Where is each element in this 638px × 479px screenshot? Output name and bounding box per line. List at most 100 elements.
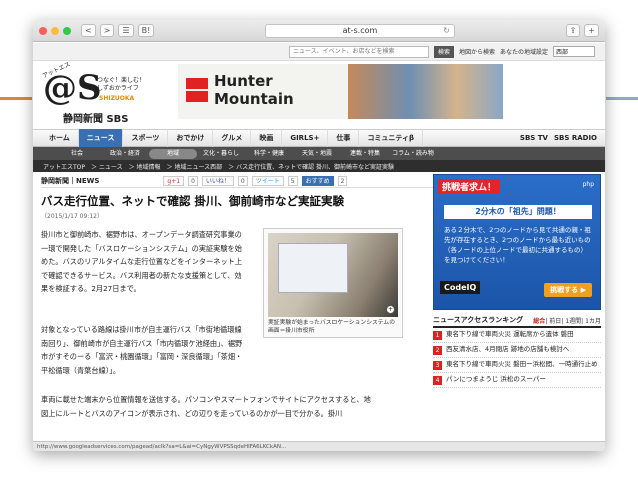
nav-item-community[interactable]: コミュニティβ — [359, 129, 424, 147]
subnav-item-series[interactable]: 連載・特集 — [341, 149, 389, 159]
logo-tagline-2: しずおかライフ — [97, 85, 139, 92]
ad-challenge-button[interactable]: 挑戦する ▶ — [544, 283, 592, 297]
subnav-item-society[interactable]: 社会 — [53, 149, 101, 159]
ad-banner[interactable]: Hunter Mountain — [178, 64, 503, 119]
subnav-item-column[interactable]: コラム・読み物 — [389, 149, 437, 159]
photo-caption: 実証実験が始まったバスロケーションシステムの画面＝掛川市役所 — [268, 320, 396, 334]
article-photo[interactable]: + — [268, 233, 398, 317]
minimize-window-icon[interactable] — [51, 26, 59, 35]
url-text: at-s.com — [342, 25, 378, 35]
map-search-link[interactable]: 地図から検索 — [459, 47, 495, 56]
article-paragraph-2: 対象となっている路線は掛川市が自主運行バス「市街地循環線南回り」、御前崎市が自主… — [41, 325, 243, 375]
close-window-icon[interactable] — [39, 26, 47, 35]
rank-text[interactable]: 西友清水店、4月閉店 跡地の店舗も検討へ — [446, 345, 569, 355]
zoom-window-icon[interactable] — [63, 26, 71, 35]
banner-line-2: Mountain — [214, 90, 294, 108]
browser-toolbar: < > ☰ B! at-s.com ↻ ⇪ + — [33, 20, 605, 42]
facebook-like-button[interactable]: いいね！ — [201, 175, 234, 186]
ranking-tab-week[interactable]: 1週間 — [565, 318, 581, 325]
banner-photo — [348, 64, 503, 119]
address-bar[interactable]: at-s.com ↻ — [264, 23, 455, 38]
recommend-count: 2 — [337, 175, 348, 186]
ranking-tab-all[interactable]: 総合 — [533, 318, 545, 325]
breadcrumb-item: ＞ バス走行位置、ネットで確認 掛川、御前崎市など実証実験 — [228, 163, 394, 171]
top-utility-bar: 検索 地図から検索 あなたの地域設定 西部 — [33, 43, 605, 61]
banner-line-1: Hunter — [214, 72, 273, 90]
subnav-item-region[interactable]: 地域 — [149, 148, 197, 159]
ranking-tab-month[interactable]: 1カ月 — [585, 318, 601, 325]
breadcrumb-item[interactable]: アットエスTOP — [43, 162, 85, 171]
subnav-item-weather[interactable]: 天気・地震 — [293, 149, 341, 159]
share-icon[interactable]: ⇪ — [565, 24, 581, 37]
article-body: 掛川市と御前崎市、裾野市は、オープンデータ調査研究事業の一環で開発した「バスロケ… — [41, 228, 433, 428]
nav-item-outing[interactable]: おでかけ — [168, 129, 214, 147]
breadcrumb-item[interactable]: ＞ 地域ニュース西部 — [167, 162, 223, 171]
nav-item-home[interactable]: ホーム — [41, 129, 79, 147]
article-source: 静岡新聞｜NEWS — [41, 176, 100, 185]
subnav-item-science[interactable]: 科学・健康 — [245, 149, 293, 159]
main-nav: ホーム ニュース スポーツ おでかけ グルメ 映画 GIRLS+ 仕事 コミュニ… — [33, 129, 605, 147]
subnav-item-politics[interactable]: 政治・経済 — [101, 149, 149, 159]
article-headline: バス走行位置、ネットで確認 掛川、御前崎市など実証実験 — [41, 194, 345, 208]
article-date: （2015/1/17 09:12） — [41, 213, 103, 220]
region-label: あなたの地域設定 — [499, 49, 548, 56]
rank-number: 1 — [433, 331, 442, 340]
nav-item-movie[interactable]: 映画 — [251, 129, 283, 147]
zoom-icon[interactable]: + — [386, 305, 395, 314]
region-select[interactable]: 西部 — [553, 46, 595, 57]
recommend-button[interactable]: おすすめ — [301, 175, 334, 186]
logo-tagline-1: つなぐ！楽しむ！ — [97, 77, 146, 84]
subnav-item-culture[interactable]: 文化・暮らし — [197, 149, 245, 159]
back-button[interactable]: < — [81, 24, 96, 37]
reload-icon[interactable]: ↻ — [443, 25, 450, 37]
nav-item-gourmet[interactable]: グルメ — [213, 129, 252, 147]
gplus-button[interactable]: g+1 — [163, 175, 185, 186]
forward-button[interactable]: > — [99, 24, 115, 37]
ranking-title: ニュースアクセスランキング — [433, 316, 524, 324]
php-badge-icon: php — [582, 181, 594, 188]
site-search-button[interactable]: 検索 — [433, 45, 454, 58]
nav-item-girls[interactable]: GIRLS+ — [282, 129, 329, 147]
breadcrumb-item[interactable]: ＞ ニュース — [91, 162, 123, 171]
site-logo[interactable]: アットエス @S つなぐ！楽しむ！ しずおかライフ SHIZUOKA 静岡新聞 … — [41, 61, 151, 125]
ranking-tabs: 総合| 前日| 1週間| 1カ月 — [533, 317, 601, 325]
tweet-count: 5 — [287, 175, 298, 186]
article-photo-box[interactable]: + 実証実験が始まったバスロケーションシステムの画面＝掛川市役所 — [263, 228, 403, 338]
nav-item-news[interactable]: ニュース — [78, 129, 124, 147]
web-page: 検索 地図から検索 あなたの地域設定 西部 アットエス @S つなぐ！楽しむ！ … — [33, 43, 605, 441]
ranking-item[interactable]: 3 東名下り線で車両火災 磐田ー浜松間、一時通行止め — [433, 358, 601, 373]
rank-text[interactable]: 東名下り線で車両火災 運転席から遺体 磐田 — [446, 330, 574, 340]
sbs-radio-link[interactable]: SBS RADIO — [554, 134, 597, 142]
sidebar: 挑戦者求ム！ php 2分木の「祖先」問題！ ある２分木で、2つのノードから見て… — [433, 174, 601, 388]
banner-text: Hunter Mountain — [214, 72, 294, 108]
new-tab-icon[interactable]: + — [584, 24, 599, 37]
nav-item-sports[interactable]: スポーツ — [123, 129, 169, 147]
ranking-item[interactable]: 2 西友清水店、4月閉店 跡地の店舗も検討へ — [433, 343, 601, 358]
logo-brand: 静岡新聞 SBS — [63, 114, 129, 125]
news-ranking: ニュースアクセスランキング 総合| 前日| 1週間| 1カ月 1 東名下り線で車両火災… — [433, 314, 601, 388]
logo-shizuoka: SHIZUOKA — [99, 95, 135, 102]
rank-number: 3 — [433, 361, 442, 370]
ranking-tab-day[interactable]: 前日 — [549, 318, 561, 325]
breadcrumb-item[interactable]: ＞ 地域情報 — [129, 162, 161, 171]
article-paragraph-3: 車両に載せた端末から位置情報を送信する。パソコンやスマートフォンでサイトにアクセ… — [41, 395, 371, 418]
rank-text[interactable]: 東名下り線で車両火災 磐田ー浜松間、一時通行止め — [446, 360, 598, 370]
codeiq-logo: CodeIQ — [440, 281, 481, 294]
hunter-mountain-logo-icon — [186, 78, 208, 102]
window-controls — [39, 26, 71, 35]
rank-number: 4 — [433, 376, 442, 385]
rank-text[interactable]: パンにつまようじ 浜松のスーパー — [446, 375, 546, 385]
article-paragraph-1: 掛川市と御前崎市、裾野市は、オープンデータ調査研究事業の一環で開発した「バスロケ… — [41, 230, 243, 293]
sidebar-button[interactable]: ☰ — [118, 24, 134, 37]
bookmark-button[interactable]: B! — [137, 24, 155, 37]
ranking-item[interactable]: 1 東名下り線で車両火災 運転席から遺体 磐田 — [433, 328, 601, 343]
status-bar: http://www.googleadservices.com/pagead/a… — [33, 441, 605, 451]
ranking-item[interactable]: 4 パンにつまようじ 浜松のスーパー — [433, 373, 601, 388]
tweet-button[interactable]: ツイート — [251, 175, 284, 186]
codeiq-ad[interactable]: 挑戦者求ム！ php 2分木の「祖先」問題！ ある２分木で、2つのノードから見て… — [433, 174, 601, 310]
site-search-input[interactable] — [288, 45, 429, 58]
nav-item-jobs[interactable]: 仕事 — [328, 129, 360, 147]
rank-number: 2 — [433, 346, 442, 355]
sbs-tv-link[interactable]: SBS TV — [520, 134, 548, 142]
logo-tagline: つなぐ！楽しむ！ しずおかライフ — [97, 77, 145, 93]
